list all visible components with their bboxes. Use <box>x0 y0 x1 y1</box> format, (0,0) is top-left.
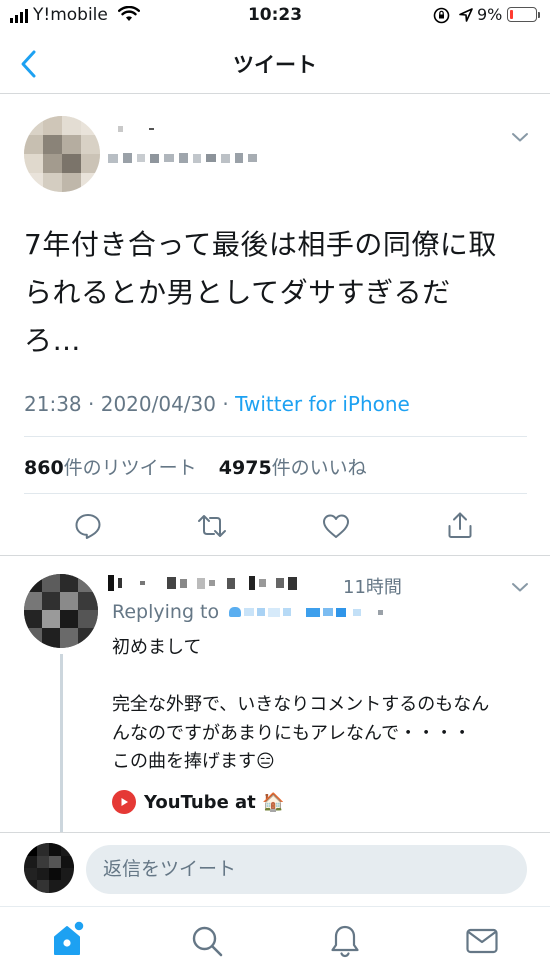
reply-text-line <box>112 663 532 692</box>
tab-messages[interactable] <box>465 927 499 959</box>
youtube-icon <box>112 790 136 814</box>
tab-home[interactable] <box>51 920 87 962</box>
like-count: 4975 <box>218 457 272 479</box>
youtube-link-text: YouTube at 🏠 <box>144 791 285 813</box>
retweet-count: 860 <box>24 457 64 479</box>
replying-to-handle-redacted[interactable] <box>229 607 383 617</box>
reply-options-button[interactable] <box>511 578 529 597</box>
tweet-text: 7年付き合って最後は相手の同僚に取 られるとか男としてダサすぎるだ ろ… <box>24 221 530 365</box>
battery-tip <box>538 12 540 18</box>
share-icon <box>448 512 472 538</box>
orientation-lock-icon <box>433 7 450 29</box>
navigation-header: ツイート <box>0 34 550 94</box>
chevron-down-icon <box>512 133 528 142</box>
author-handle-redacted <box>108 153 257 163</box>
reply-input[interactable]: 返信をツイート <box>86 845 527 894</box>
tweet-meta: 21:38 · 2020/04/30 · Twitter for iPhone <box>24 392 410 416</box>
tweet-text-line: られるとか男としてダサすぎるだ <box>24 276 451 309</box>
retweet-label: 件のリツイート <box>63 457 197 479</box>
author-name-redacted <box>118 126 154 132</box>
reply-button[interactable] <box>73 511 103 541</box>
reply-time: 11時間 <box>343 577 402 598</box>
page-title: ツイート <box>233 53 317 77</box>
tweet-date: 2020/04/30 <box>100 392 216 416</box>
author-avatar[interactable] <box>24 116 100 192</box>
reply-text: 初めまして 完全な外野で、いきなりコメントするのもなん んなのですがあまりにもア… <box>112 634 532 777</box>
retweet-icon <box>198 515 226 537</box>
tweet-stats: 860件のリツイート 4975件のいいね <box>24 453 367 480</box>
share-button[interactable] <box>445 510 475 540</box>
battery-percent: 9% <box>477 5 503 24</box>
tweet-text-line: 7年付き合って最後は相手の同僚に取 <box>24 228 497 261</box>
divider <box>24 493 527 494</box>
reply-text-line: この曲を捧げます😑 <box>112 751 275 772</box>
reply-text-line: んなのですがあまりにもアレなんで・・・・ <box>112 722 472 744</box>
reply-text-line: 初めまして <box>112 637 202 658</box>
mail-icon <box>466 928 498 954</box>
heart-icon <box>323 514 349 538</box>
search-icon <box>192 926 223 957</box>
retweet-button[interactable] <box>196 511 226 541</box>
replying-to: Replying to <box>112 601 219 623</box>
divider <box>24 436 527 437</box>
status-bar: Y!mobile 10:23 9% <box>0 0 550 34</box>
location-arrow-icon <box>458 7 474 28</box>
tweet-source-link[interactable]: Twitter for iPhone <box>235 392 410 416</box>
reply-author-name-redacted <box>108 575 297 591</box>
tweet-options-button[interactable] <box>511 128 529 147</box>
reply-author-avatar[interactable] <box>24 574 98 648</box>
home-icon <box>54 920 85 955</box>
tweet-text-line: ろ… <box>24 324 82 357</box>
meta-separator: · <box>88 392 95 416</box>
like-button[interactable] <box>321 511 351 541</box>
meta-separator: · <box>222 392 229 416</box>
bell-icon <box>331 925 359 958</box>
tweet-time: 21:38 <box>24 392 82 416</box>
replying-to-label: Replying to <box>112 601 220 623</box>
reply-text-line: 完全な外野で、いきなりコメントするのもなん <box>112 694 490 715</box>
reply-icon <box>75 514 101 539</box>
tab-notifications[interactable] <box>328 923 362 963</box>
likes-stat[interactable]: 4975件のいいね <box>219 457 367 479</box>
tab-search[interactable] <box>190 924 224 962</box>
youtube-link[interactable]: YouTube at 🏠 <box>112 790 284 814</box>
like-label: 件のいいね <box>271 457 367 479</box>
thread-line <box>60 654 63 832</box>
retweets-stat[interactable]: 860件のリツイート <box>24 457 197 479</box>
section-separator <box>0 555 550 556</box>
battery-icon <box>507 7 537 22</box>
chevron-down-icon <box>512 583 528 592</box>
current-user-avatar[interactable] <box>24 843 74 893</box>
